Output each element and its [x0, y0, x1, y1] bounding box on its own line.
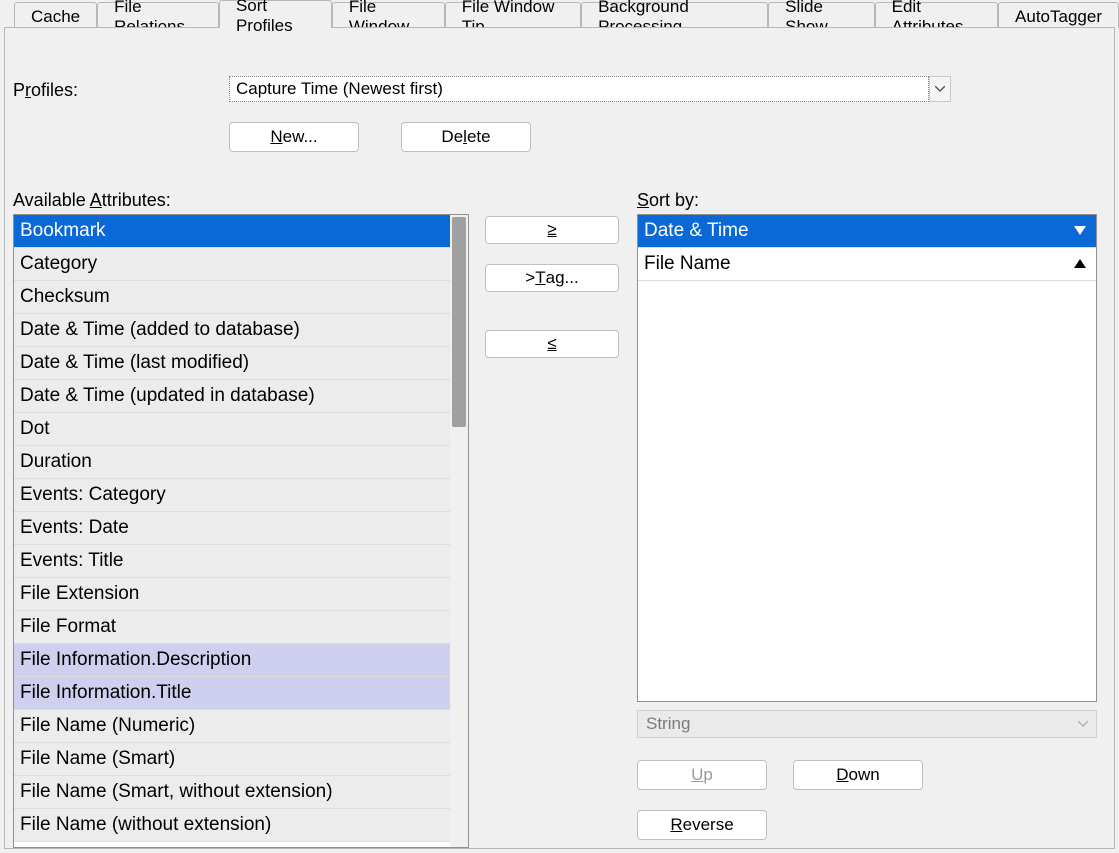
list-item[interactable]: File Name (without extension)	[14, 809, 468, 842]
list-item[interactable]: File Name (Numeric)	[14, 710, 468, 743]
scrollbar[interactable]	[450, 215, 468, 847]
list-item[interactable]: Date & Time (added to database)	[14, 314, 468, 347]
list-item[interactable]: Category	[14, 248, 468, 281]
list-item[interactable]: Checksum	[14, 281, 468, 314]
chevron-down-icon[interactable]	[929, 76, 951, 102]
available-attributes-label: Available Attributes:	[13, 190, 171, 211]
scrollbar-thumb[interactable]	[452, 217, 466, 427]
list-item[interactable]: File Name (Smart)	[14, 743, 468, 776]
move-left-button[interactable]: ≤	[485, 330, 619, 358]
up-button[interactable]: Up	[637, 760, 767, 790]
list-item[interactable]: Date & Time	[638, 215, 1096, 248]
tab-background-processing[interactable]: Background Processing	[581, 2, 768, 28]
tab-file-window-tip[interactable]: File Window Tip	[445, 2, 581, 28]
list-item[interactable]: File Information.Title	[14, 677, 468, 710]
list-item[interactable]: Bookmark	[14, 215, 468, 248]
list-item[interactable]: Events: Category	[14, 479, 468, 512]
move-right-button[interactable]: ≥	[485, 216, 619, 244]
sort-by-list[interactable]: Date & TimeFile Name	[637, 214, 1097, 702]
list-item[interactable]: File Extension	[14, 578, 468, 611]
tab-autotagger[interactable]: AutoTagger	[998, 2, 1119, 28]
list-item[interactable]: File Name	[638, 248, 1096, 281]
panel-body: Profiles: Capture Time (Newest first) Ne…	[4, 27, 1115, 849]
reverse-button[interactable]: Reverse	[637, 810, 767, 840]
sort-by-label: Sort by:	[637, 190, 699, 211]
type-select[interactable]: String	[637, 710, 1097, 738]
triangle-down-icon	[1074, 226, 1086, 236]
triangle-up-icon	[1074, 259, 1086, 269]
list-item[interactable]: File Information.Description	[14, 644, 468, 677]
list-item[interactable]: Duration	[14, 446, 468, 479]
down-button[interactable]: Down	[793, 760, 923, 790]
new-button[interactable]: New...	[229, 122, 359, 152]
list-item[interactable]: File Format	[14, 611, 468, 644]
tab-file-relations[interactable]: File Relations	[97, 2, 219, 28]
list-item[interactable]: Events: Title	[14, 545, 468, 578]
tab-slide-show[interactable]: Slide Show	[768, 2, 875, 28]
available-attributes-list[interactable]: BookmarkCategoryChecksumDate & Time (add…	[13, 214, 469, 848]
list-item[interactable]: Events: Date	[14, 512, 468, 545]
tab-cache[interactable]: Cache	[14, 2, 97, 28]
tab-bar: CacheFile RelationsSort ProfilesFile Win…	[0, 0, 1119, 28]
list-item[interactable]: Date & Time (updated in database)	[14, 380, 468, 413]
tab-sort-profiles[interactable]: Sort Profiles	[219, 0, 332, 28]
list-item[interactable]: Dot	[14, 413, 468, 446]
sort-profiles-panel: CacheFile RelationsSort ProfilesFile Win…	[0, 0, 1119, 853]
profile-select[interactable]: Capture Time (Newest first)	[229, 76, 929, 102]
list-item[interactable]: Date & Time (last modified)	[14, 347, 468, 380]
tab-file-window[interactable]: File Window	[332, 2, 445, 28]
tab-edit-attributes[interactable]: Edit Attributes	[875, 2, 998, 28]
tag-button[interactable]: > Tag...	[485, 264, 619, 292]
type-value: String	[646, 714, 690, 734]
profiles-label: Profiles:	[13, 80, 78, 101]
chevron-down-icon	[1078, 721, 1088, 727]
delete-button[interactable]: Delete	[401, 122, 531, 152]
list-item[interactable]: File Name (Smart, without extension)	[14, 776, 468, 809]
